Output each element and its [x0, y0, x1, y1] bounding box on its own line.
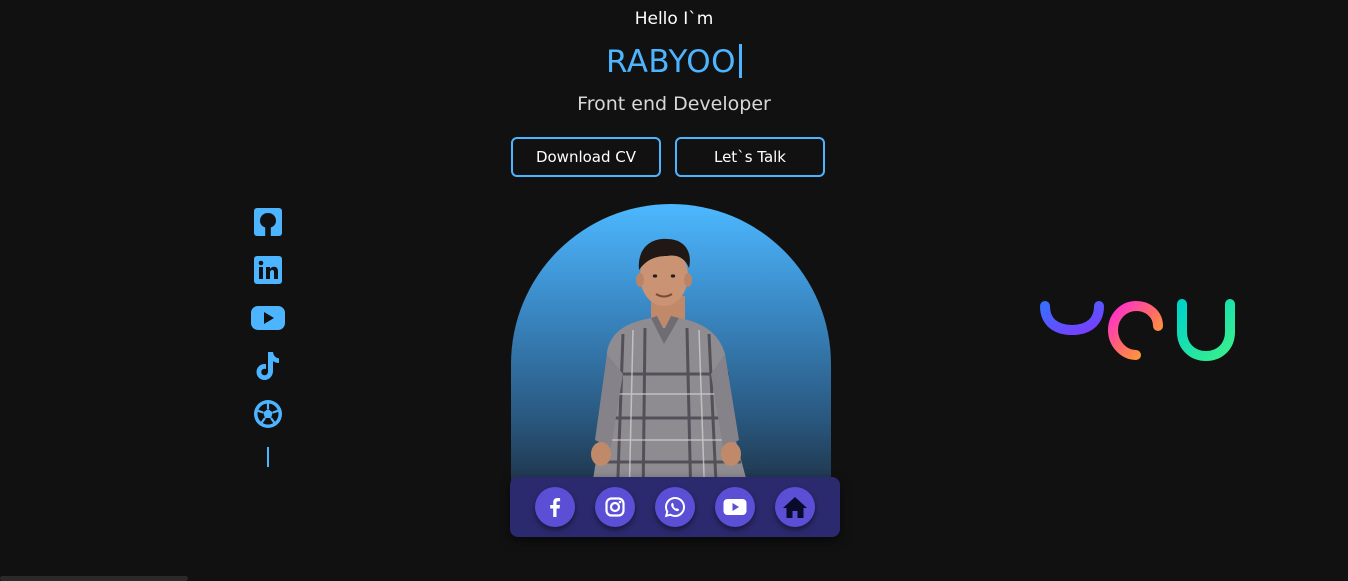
typing-caret	[739, 44, 743, 78]
social-divider-line	[267, 447, 269, 467]
linkedin-icon	[254, 256, 282, 284]
github-icon	[254, 208, 282, 236]
youtube-button[interactable]	[715, 487, 755, 527]
name-text: RABYOO	[605, 44, 737, 80]
youtube-icon	[723, 499, 747, 515]
football-link[interactable]	[250, 397, 286, 431]
home-button[interactable]	[775, 487, 815, 527]
name-heading: RABYOO	[0, 44, 1348, 80]
facebook-button[interactable]	[535, 487, 575, 527]
youtube-link[interactable]	[250, 301, 286, 335]
bottom-social-bar	[510, 477, 840, 537]
tiktok-link[interactable]	[250, 349, 286, 383]
profile-photo	[589, 238, 753, 504]
portfolio-page: Hello I`m RABYOO Front end Developer Dow…	[0, 0, 1348, 581]
horizontal-scrollbar[interactable]	[0, 576, 188, 581]
soccer-ball-icon	[254, 400, 282, 428]
lets-talk-button[interactable]: Let`s Talk	[675, 137, 825, 177]
download-cv-button[interactable]: Download CV	[511, 137, 661, 177]
home-icon	[783, 497, 807, 518]
youtube-icon	[251, 306, 285, 330]
role-text: Front end Developer	[577, 93, 771, 115]
greeting-text: Hello I`m	[634, 9, 714, 29]
instagram-icon	[605, 497, 625, 517]
github-link[interactable]	[250, 205, 286, 239]
whatsapp-icon	[664, 496, 686, 518]
whatsapp-button[interactable]	[655, 487, 695, 527]
facebook-icon	[550, 498, 561, 517]
tiktok-icon	[256, 352, 279, 380]
instagram-button[interactable]	[595, 487, 635, 527]
linkedin-link[interactable]	[250, 253, 286, 287]
you-logo	[1040, 299, 1235, 362]
profile-photo-frame	[511, 204, 831, 504]
